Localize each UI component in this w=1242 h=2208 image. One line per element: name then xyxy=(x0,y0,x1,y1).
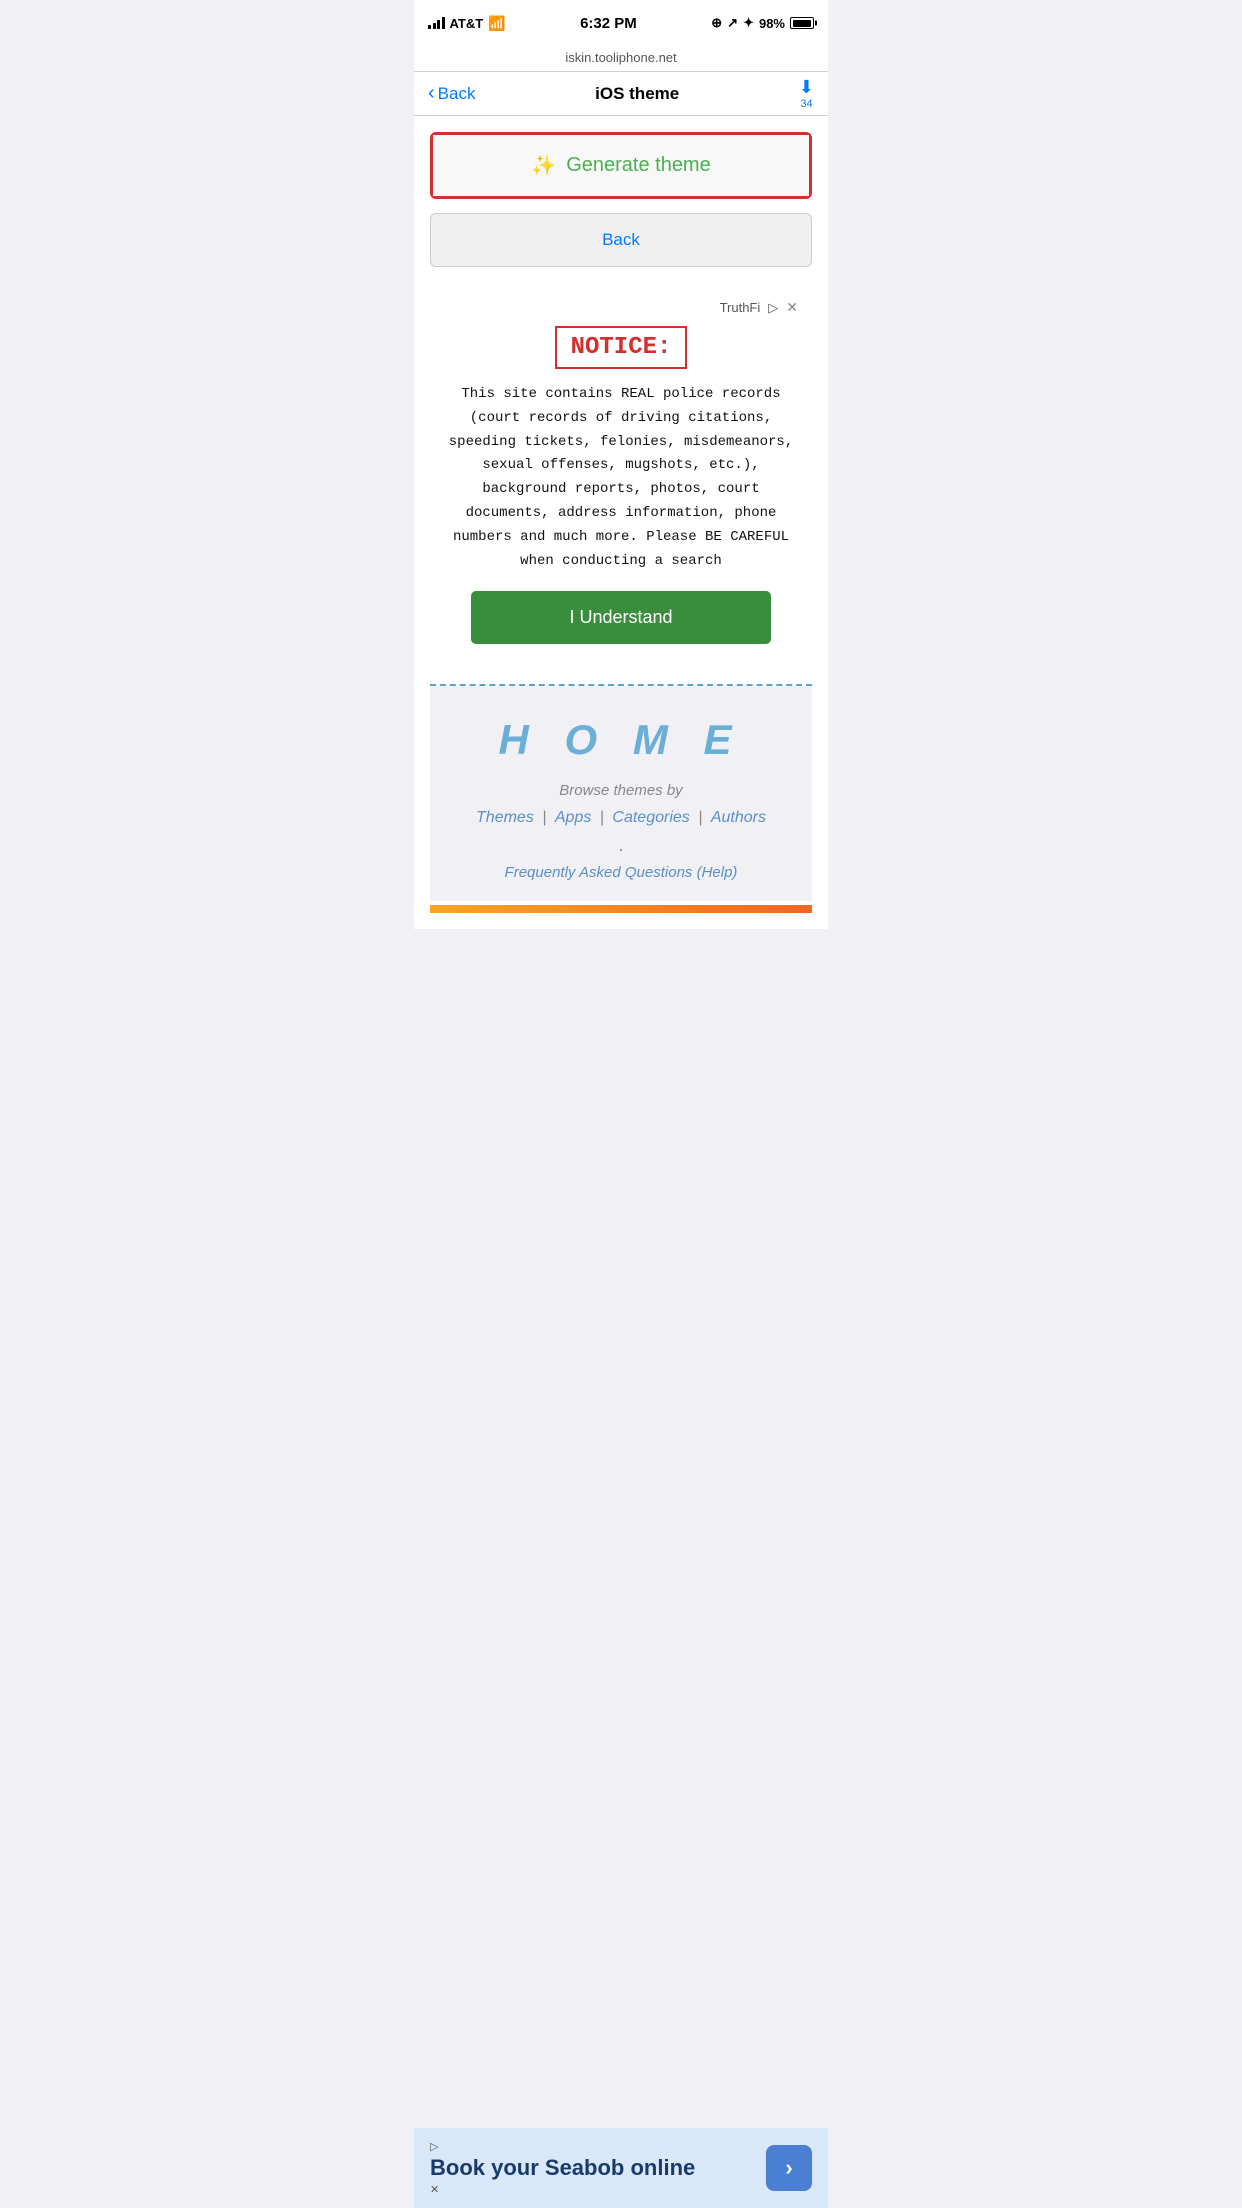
bottom-ad-close[interactable]: ✕ xyxy=(430,2183,695,2196)
notice-box: NOTICE: xyxy=(555,326,688,369)
bottom-ad-banner: ▷ Book your Seabob online ✕ › xyxy=(414,2128,828,2208)
dot-separator: . xyxy=(450,835,792,856)
at-icon: ⊕ xyxy=(711,15,722,31)
status-time: 6:32 PM xyxy=(580,15,637,32)
ad-source: TruthFi xyxy=(720,300,761,315)
notice-title: NOTICE: xyxy=(571,334,672,361)
sep3: | xyxy=(698,809,707,826)
generate-theme-button[interactable]: ✨ Generate theme xyxy=(433,135,809,196)
bottom-ad-arrow-button[interactable]: › xyxy=(766,2145,812,2191)
notice-text: This site contains REAL police records (… xyxy=(444,383,798,573)
ad-play-icon: ▷ xyxy=(768,300,778,316)
generate-label: Generate theme xyxy=(566,154,711,177)
bottom-ad-left: ▷ Book your Seabob online ✕ xyxy=(430,2140,695,2196)
main-content: ✨ Generate theme Back TruthFi ▷ ✕ NOTICE… xyxy=(414,116,828,929)
browse-links: Themes | Apps | Categories | Authors xyxy=(450,809,792,827)
back-button[interactable]: ‹ Back xyxy=(428,82,475,105)
ad-header: TruthFi ▷ ✕ xyxy=(444,299,798,316)
url-text: iskin.tooliphone.net xyxy=(565,50,676,65)
home-title: H O M E xyxy=(450,716,792,764)
url-bar: iskin.tooliphone.net xyxy=(414,44,828,72)
browse-label: Browse themes by xyxy=(450,782,792,799)
status-right: ⊕ ↗ ✦ 98% xyxy=(711,15,814,31)
generate-icon: ✨ xyxy=(531,153,556,178)
generate-btn-wrapper: ✨ Generate theme xyxy=(430,132,812,199)
status-bar: AT&T 📶 6:32 PM ⊕ ↗ ✦ 98% xyxy=(414,0,828,44)
status-left: AT&T 📶 xyxy=(428,15,506,32)
themes-link[interactable]: Themes xyxy=(476,809,534,826)
faq-link[interactable]: Frequently Asked Questions (Help) xyxy=(450,864,792,881)
signal-icon xyxy=(428,17,445,29)
location-icon: ↗ xyxy=(727,15,738,31)
page-title: iOS theme xyxy=(595,84,679,104)
download-count: 34 xyxy=(800,98,812,110)
categories-link[interactable]: Categories xyxy=(612,809,689,826)
sep1: | xyxy=(542,809,551,826)
authors-link[interactable]: Authors xyxy=(711,809,766,826)
ad-section: TruthFi ▷ ✕ NOTICE: This site contains R… xyxy=(430,285,812,658)
bluetooth-icon: ✦ xyxy=(743,15,754,31)
download-action[interactable]: ⬇ 34 xyxy=(799,77,814,110)
wifi-icon: 📶 xyxy=(488,15,505,32)
carrier-label: AT&T xyxy=(450,16,484,31)
sep2: | xyxy=(600,809,609,826)
ad-close-button[interactable]: ✕ xyxy=(786,299,798,316)
battery-icon xyxy=(790,17,814,29)
orange-strip xyxy=(430,905,812,913)
back-label: Back xyxy=(438,84,476,104)
download-icon: ⬇ xyxy=(799,77,814,98)
understand-button[interactable]: I Understand xyxy=(471,591,772,644)
back-chevron-icon: ‹ xyxy=(428,82,435,105)
bottom-ad-icon: ▷ xyxy=(430,2140,695,2153)
nav-bar: ‹ Back iOS theme ⬇ 34 xyxy=(414,72,828,116)
back-content-button[interactable]: Back xyxy=(430,213,812,267)
battery-percent: 98% xyxy=(759,16,785,31)
bottom-ad-text: Book your Seabob online xyxy=(430,2155,695,2181)
apps-link[interactable]: Apps xyxy=(555,809,591,826)
home-section: H O M E Browse themes by Themes | Apps |… xyxy=(430,686,812,901)
